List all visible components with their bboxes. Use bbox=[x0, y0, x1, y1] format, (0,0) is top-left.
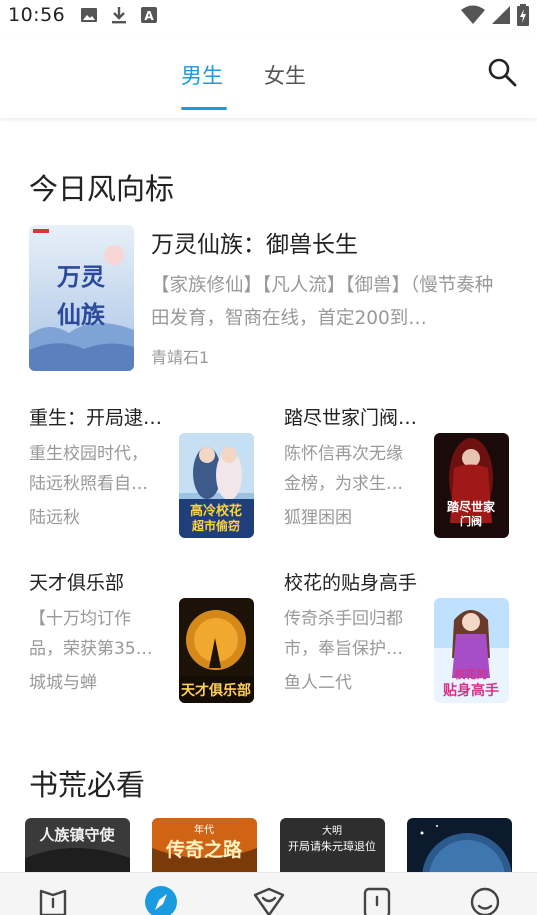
book-title[interactable]: 天才俱乐部 bbox=[29, 568, 171, 595]
svg-text:大明: 大明 bbox=[322, 824, 342, 837]
book-cover[interactable]: 天才俱乐部 bbox=[179, 598, 254, 703]
book-author: 狐狸困困 bbox=[284, 508, 352, 528]
nav-bookshelf[interactable] bbox=[36, 885, 70, 915]
section-title-trending: 今日风向标 bbox=[29, 172, 175, 206]
wifi-icon bbox=[461, 5, 485, 24]
book-title[interactable]: 校花的贴身高手 bbox=[284, 568, 426, 595]
book-card[interactable]: 踏尽世家门阀… 陈怀信再次无缘金榜，为求生… 狐狸困困 踏尽世家 门阀 bbox=[284, 403, 512, 538]
book-author: 鱼人二代 bbox=[284, 673, 352, 693]
book-description: 重生校园时代，陆远秋照看自… bbox=[29, 444, 148, 494]
gift-icon bbox=[253, 887, 285, 915]
book-description: 【家族修仙】【凡人流】【御兽】（慢节奏种田发育，智商在线，首定200到… bbox=[151, 275, 494, 329]
bottom-navigation bbox=[0, 872, 537, 915]
svg-text:高冷校花: 高冷校花 bbox=[190, 503, 242, 519]
book-cover[interactable]: 踏尽世家 门阀 bbox=[434, 433, 509, 538]
search-button[interactable] bbox=[487, 57, 519, 91]
book-cover[interactable]: 高冷校花 超市偷窃 bbox=[179, 433, 254, 538]
book-description: 【十万均订作品，荣获第35… bbox=[29, 609, 153, 659]
svg-text:传奇之路: 传奇之路 bbox=[165, 838, 243, 861]
svg-text:A: A bbox=[144, 9, 154, 23]
bookshelf-icon bbox=[39, 889, 67, 915]
tab-active-indicator bbox=[181, 107, 227, 110]
nav-discover[interactable] bbox=[144, 885, 178, 915]
must-read-row: 人族镇守使 年代 传奇之路 大明 开局请朱元璋退位 bbox=[25, 818, 515, 878]
book-description: 传奇杀手回归都市，奉旨保护… bbox=[284, 609, 403, 659]
svg-text:仙族: 仙族 bbox=[57, 300, 106, 329]
svg-text:天才俱乐部: 天才俱乐部 bbox=[181, 682, 251, 699]
svg-text:贴身高手: 贴身高手 bbox=[443, 682, 499, 699]
section-title-must-read: 书荒必看 bbox=[29, 768, 146, 802]
book-cover[interactable] bbox=[407, 818, 512, 878]
book-card[interactable]: 天才俱乐部 【十万均订作品，荣获第35… 城城与蝉 天才俱乐部 bbox=[29, 568, 257, 703]
book-author: 陆远秋 bbox=[29, 508, 80, 528]
svg-text:超市偷窃: 超市偷窃 bbox=[191, 518, 240, 533]
text-a-icon: A bbox=[141, 7, 157, 23]
svg-text:踏尽世家: 踏尽世家 bbox=[447, 499, 496, 514]
svg-text:年代: 年代 bbox=[194, 823, 214, 836]
profile-smile-icon bbox=[470, 887, 500, 915]
book-author: 青靖石1 bbox=[151, 348, 210, 367]
book-description: 陈怀信再次无缘金榜，为求生… bbox=[284, 444, 403, 494]
status-bar: 10:56 A bbox=[0, 0, 537, 30]
svg-text:人族镇守使: 人族镇守使 bbox=[39, 826, 115, 844]
category-icon bbox=[363, 887, 391, 915]
svg-text:开局请朱元璋退位: 开局请朱元璋退位 bbox=[288, 839, 376, 853]
book-cover[interactable]: 大明 开局请朱元璋退位 bbox=[280, 818, 385, 878]
svg-text:校花的: 校花的 bbox=[455, 667, 488, 681]
nav-profile[interactable] bbox=[468, 885, 502, 915]
book-cover[interactable]: 年代 传奇之路 bbox=[152, 818, 257, 878]
book-title[interactable]: 重生：开局逮… bbox=[29, 403, 171, 430]
svg-text:万灵: 万灵 bbox=[57, 262, 105, 291]
tab-male[interactable]: 男生 bbox=[181, 60, 223, 90]
book-cover[interactable]: 校花的 贴身高手 bbox=[434, 598, 509, 703]
book-cover[interactable]: 人族镇守使 bbox=[25, 818, 130, 878]
status-time: 10:56 bbox=[8, 4, 66, 26]
tab-female[interactable]: 女生 bbox=[264, 60, 306, 90]
top-tab-bar: 男生 女生 bbox=[0, 40, 537, 118]
download-icon bbox=[112, 7, 126, 24]
book-cover[interactable]: 万灵 仙族 bbox=[29, 225, 134, 371]
book-card[interactable]: 校花的贴身高手 传奇杀手回归都市，奉旨保护… 鱼人二代 校花的 贴身高手 bbox=[284, 568, 512, 703]
book-title[interactable]: 踏尽世家门阀… bbox=[284, 403, 426, 430]
nav-category[interactable] bbox=[360, 885, 394, 915]
featured-book[interactable]: 万灵 仙族 万灵仙族：御兽长生 【家族修仙】【凡人流】【御兽】（慢节奏种田发育，… bbox=[29, 225, 509, 373]
svg-text:门阀: 门阀 bbox=[460, 514, 482, 528]
discover-compass-icon bbox=[145, 886, 177, 915]
nav-gift[interactable] bbox=[252, 885, 286, 915]
battery-icon bbox=[517, 4, 529, 26]
search-icon bbox=[488, 58, 517, 87]
image-icon bbox=[81, 8, 97, 22]
book-card[interactable]: 重生：开局逮… 重生校园时代，陆远秋照看自… 陆远秋 高冷校花 超市偷窃 bbox=[29, 403, 257, 538]
signal-icon bbox=[492, 6, 510, 24]
book-author: 城城与蝉 bbox=[29, 673, 97, 693]
book-title[interactable]: 万灵仙族：御兽长生 bbox=[151, 225, 358, 259]
